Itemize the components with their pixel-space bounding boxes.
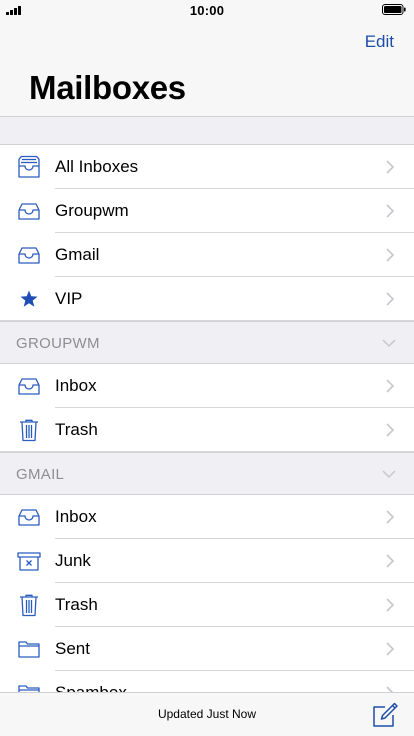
chevron-right-icon: [386, 292, 394, 306]
mailbox-row-vip[interactable]: VIP: [0, 277, 414, 321]
mailbox-row-all-inboxes[interactable]: All Inboxes: [0, 145, 414, 189]
mailbox-label: Trash: [55, 420, 98, 439]
navigation-bar: Edit Mailboxes: [0, 20, 414, 117]
mailbox-label: Trash: [55, 595, 98, 614]
section-header-gmail[interactable]: GMAIL: [0, 452, 414, 495]
chevron-right-icon: [386, 204, 394, 218]
page-title: Mailboxes: [29, 69, 186, 106]
bottom-toolbar: Updated Just Now: [0, 692, 414, 736]
battery-icon: [382, 4, 406, 15]
mailbox-row-gmail-inbox[interactable]: Inbox: [0, 495, 414, 539]
mailbox-row-gmail-trash[interactable]: Trash: [0, 583, 414, 627]
section-title: GMAIL: [16, 466, 65, 483]
chevron-right-icon: [386, 379, 394, 393]
mailbox-label: Groupwm: [55, 201, 129, 220]
mailbox-row-gmail-junk[interactable]: Junk: [0, 539, 414, 583]
mailbox-row-groupwm-inbox[interactable]: Inbox: [0, 364, 414, 408]
all-inboxes-icon: [18, 155, 40, 178]
status-time: 10:00: [189, 3, 225, 18]
update-status: Updated Just Now: [157, 707, 257, 721]
trash-icon: [20, 594, 38, 617]
star-icon: [20, 290, 38, 307]
chevron-right-icon: [386, 598, 394, 612]
status-bar: 10:00: [0, 0, 414, 20]
chevron-right-icon: [386, 160, 394, 174]
mailbox-list: All Inboxes Groupwm Gmail VIP GROUPWM In…: [0, 144, 414, 715]
chevron-right-icon: [386, 510, 394, 524]
section-title: GROUPWM: [16, 335, 100, 352]
mailbox-label: Gmail: [55, 245, 100, 264]
mailbox-label: Sent: [55, 639, 90, 658]
chevron-right-icon: [386, 248, 394, 262]
edit-button[interactable]: Edit: [365, 32, 394, 52]
chevron-right-icon: [386, 642, 394, 656]
chevron-right-icon: [386, 423, 394, 437]
folder-icon: [18, 641, 40, 658]
mailbox-label: VIP: [55, 289, 83, 308]
chevron-right-icon: [386, 554, 394, 568]
mailbox-row-groupwm-trash[interactable]: Trash: [0, 408, 414, 452]
mailbox-row-groupwm[interactable]: Groupwm: [0, 189, 414, 233]
trash-icon: [20, 419, 38, 442]
mailbox-row-gmail[interactable]: Gmail: [0, 233, 414, 277]
compose-icon[interactable]: [372, 702, 398, 728]
inbox-icon: [18, 509, 40, 526]
inbox-icon: [18, 247, 40, 264]
section-header-groupwm[interactable]: GROUPWM: [0, 321, 414, 364]
mailbox-row-gmail-sent[interactable]: Sent: [0, 627, 414, 671]
junk-icon: [17, 552, 41, 571]
mailbox-label: Junk: [55, 551, 91, 570]
inbox-icon: [18, 203, 40, 220]
mailbox-label: All Inboxes: [55, 157, 139, 176]
inbox-icon: [18, 378, 40, 395]
chevron-down-icon[interactable]: [382, 467, 396, 481]
mailbox-label: Inbox: [55, 507, 97, 526]
mailbox-label: Inbox: [55, 376, 97, 395]
chevron-down-icon[interactable]: [382, 336, 396, 350]
